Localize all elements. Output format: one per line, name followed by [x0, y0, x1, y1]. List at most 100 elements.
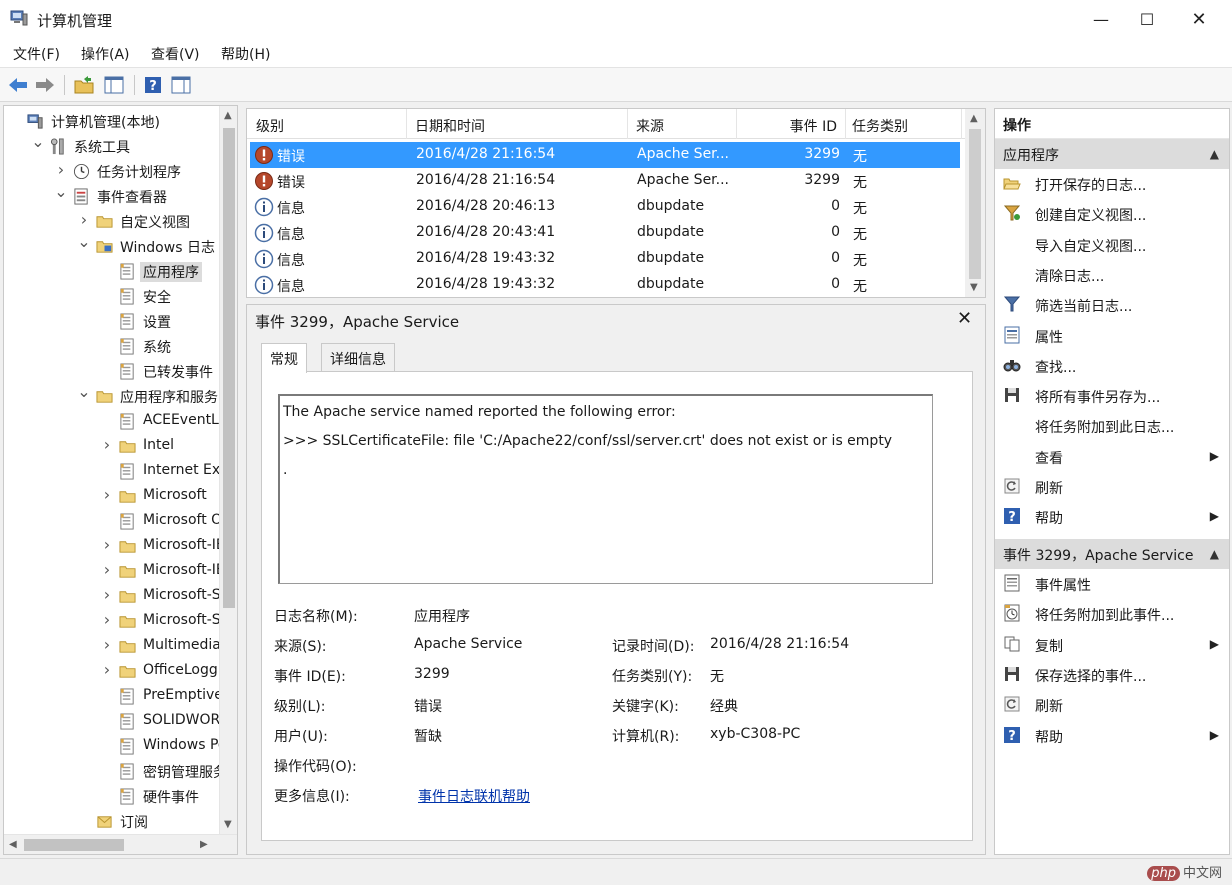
- collapse-arrow-icon[interactable]: ⌄: [77, 384, 91, 401]
- help-icon[interactable]: ?: [141, 73, 165, 97]
- action-item[interactable]: 事件属性: [995, 569, 1229, 599]
- tree-item[interactable]: › Microsoft-IE: [4, 559, 219, 583]
- column-event-id[interactable]: 事件 ID: [737, 109, 846, 139]
- expand-arrow-icon[interactable]: ›: [100, 635, 114, 654]
- tree-horizontal-scrollbar[interactable]: ◀ ▶: [4, 834, 237, 854]
- action-item[interactable]: 复制 ▶: [995, 630, 1229, 660]
- tree-item[interactable]: › Microsoft-S: [4, 584, 219, 608]
- tree-item[interactable]: 计算机管理(本地): [4, 109, 219, 133]
- table-row[interactable]: 信息 2016/4/28 19:43:32 dbupdate 0 无: [250, 246, 960, 272]
- action-item[interactable]: 创建自定义视图...: [995, 199, 1229, 229]
- table-row[interactable]: 错误 2016/4/28 21:16:54 Apache Ser... 3299 无: [250, 142, 960, 168]
- minimize-button[interactable]: —: [1078, 0, 1124, 38]
- collapse-arrow-icon[interactable]: ⌄: [31, 134, 45, 151]
- back-arrow-icon[interactable]: [6, 73, 30, 97]
- menu-help[interactable]: 帮助(H): [221, 44, 270, 64]
- expand-arrow-icon[interactable]: ›: [100, 535, 114, 554]
- column-task-category[interactable]: 任务类别: [846, 109, 962, 139]
- tree-item[interactable]: › 任务计划程序: [4, 159, 219, 183]
- table-row[interactable]: 信息 2016/4/28 19:43:32 dbupdate 0 无: [250, 272, 960, 297]
- event-list-scrollbar[interactable]: ▲ ▼: [965, 109, 985, 297]
- actions-section-event[interactable]: 事件 3299，Apache Service ▲: [995, 539, 1229, 569]
- column-level[interactable]: 级别: [247, 109, 407, 139]
- up-folder-icon[interactable]: [72, 73, 96, 97]
- tree-item[interactable]: ⌄ 系统工具: [4, 134, 219, 158]
- table-row[interactable]: 错误 2016/4/28 21:16:54 Apache Ser... 3299 无: [250, 168, 960, 194]
- menu-view[interactable]: 查看(V): [151, 44, 200, 64]
- menu-action[interactable]: 操作(A): [81, 44, 130, 64]
- close-button[interactable]: ✕: [1176, 0, 1222, 38]
- properties-icon[interactable]: [169, 73, 193, 97]
- tree-item[interactable]: › Multimedia-: [4, 634, 219, 658]
- expand-arrow-icon[interactable]: ›: [100, 610, 114, 629]
- expand-arrow-icon[interactable]: ›: [100, 585, 114, 604]
- tree-item[interactable]: 硬件事件: [4, 784, 219, 808]
- collapse-arrow-icon[interactable]: ⌄: [77, 234, 91, 251]
- show-hide-tree-icon[interactable]: [102, 73, 126, 97]
- tree-item[interactable]: › Microsoft-IE: [4, 534, 219, 558]
- tree-item[interactable]: 系统: [4, 334, 219, 358]
- tree-item[interactable]: › Intel: [4, 434, 219, 458]
- collapse-icon[interactable]: ▲: [1210, 147, 1219, 161]
- tree-item[interactable]: 设置: [4, 309, 219, 333]
- action-item[interactable]: 属性: [995, 321, 1229, 351]
- tree-item[interactable]: SOLIDWORK: [4, 709, 219, 733]
- table-row[interactable]: 信息 2016/4/28 20:46:13 dbupdate 0 无: [250, 194, 960, 220]
- tree-item[interactable]: 订阅: [4, 809, 219, 833]
- maximize-button[interactable]: ☐: [1124, 0, 1170, 38]
- action-item[interactable]: 筛选当前日志...: [995, 290, 1229, 320]
- tree-item[interactable]: Windows Po: [4, 734, 219, 758]
- tree-item[interactable]: 应用程序: [4, 259, 219, 283]
- table-row[interactable]: 信息 2016/4/28 20:43:41 dbupdate 0 无: [250, 220, 960, 246]
- tree-item[interactable]: Internet Exp: [4, 459, 219, 483]
- action-item[interactable]: 将任务附加到此日志...: [995, 411, 1229, 441]
- action-item[interactable]: ? 帮助 ▶: [995, 502, 1229, 532]
- action-item[interactable]: 导入自定义视图...: [995, 230, 1229, 260]
- collapse-arrow-icon[interactable]: ⌄: [54, 184, 68, 201]
- menu-file[interactable]: 文件(F): [13, 44, 60, 64]
- more-info-link[interactable]: 事件日志联机帮助: [418, 786, 530, 806]
- tab-general[interactable]: 常规: [261, 343, 307, 373]
- tree-item[interactable]: Microsoft O: [4, 509, 219, 533]
- actions-section-application[interactable]: 应用程序 ▲: [995, 139, 1229, 169]
- tree-scroll-thumb[interactable]: [223, 128, 235, 608]
- tree-item[interactable]: 安全: [4, 284, 219, 308]
- action-item[interactable]: 打开保存的日志...: [995, 169, 1229, 199]
- action-item[interactable]: 查看 ▶: [995, 442, 1229, 472]
- action-item[interactable]: 将所有事件另存为...: [995, 381, 1229, 411]
- event-description[interactable]: The Apache service named reported the fo…: [278, 394, 933, 584]
- column-datetime[interactable]: 日期和时间: [407, 109, 628, 139]
- tree-item[interactable]: › OfficeLoggi: [4, 659, 219, 683]
- action-item[interactable]: 刷新: [995, 472, 1229, 502]
- action-item[interactable]: ? 帮助 ▶: [995, 721, 1229, 751]
- action-item[interactable]: 查找...: [995, 351, 1229, 381]
- action-item[interactable]: 清除日志...: [995, 260, 1229, 290]
- tree-vertical-scrollbar[interactable]: ▲ ▼: [219, 106, 237, 834]
- tree-hscroll-thumb[interactable]: [24, 839, 124, 851]
- expand-arrow-icon[interactable]: ›: [77, 210, 91, 229]
- close-detail-button[interactable]: ✕: [957, 308, 972, 329]
- tree-item[interactable]: 密钥管理服务: [4, 759, 219, 783]
- action-item[interactable]: 将任务附加到此事件...: [995, 599, 1229, 629]
- tree-item[interactable]: ⌄ 应用程序和服务日: [4, 384, 219, 408]
- tab-details[interactable]: 详细信息: [321, 343, 395, 371]
- column-source[interactable]: 来源: [628, 109, 737, 139]
- event-list-scroll-thumb[interactable]: [969, 129, 981, 279]
- tree-item[interactable]: › Microsoft: [4, 484, 219, 508]
- tree-item[interactable]: › Microsoft-S: [4, 609, 219, 633]
- forward-arrow-icon[interactable]: [33, 73, 57, 97]
- expand-arrow-icon[interactable]: ›: [100, 660, 114, 679]
- expand-arrow-icon[interactable]: ›: [100, 560, 114, 579]
- tree-item[interactable]: › 自定义视图: [4, 209, 219, 233]
- expand-arrow-icon[interactable]: ›: [100, 485, 114, 504]
- tree-item[interactable]: 已转发事件: [4, 359, 219, 383]
- tree-item[interactable]: ⌄ 事件查看器: [4, 184, 219, 208]
- expand-arrow-icon[interactable]: ›: [100, 435, 114, 454]
- collapse-icon[interactable]: ▲: [1210, 547, 1219, 561]
- action-item[interactable]: 保存选择的事件...: [995, 660, 1229, 690]
- tree-item[interactable]: PreEmptive: [4, 684, 219, 708]
- action-item[interactable]: 刷新: [995, 690, 1229, 720]
- expand-arrow-icon[interactable]: ›: [54, 160, 68, 179]
- tree-item[interactable]: ⌄ Windows 日志: [4, 234, 219, 258]
- tree-item[interactable]: ACEEventLo: [4, 409, 219, 433]
